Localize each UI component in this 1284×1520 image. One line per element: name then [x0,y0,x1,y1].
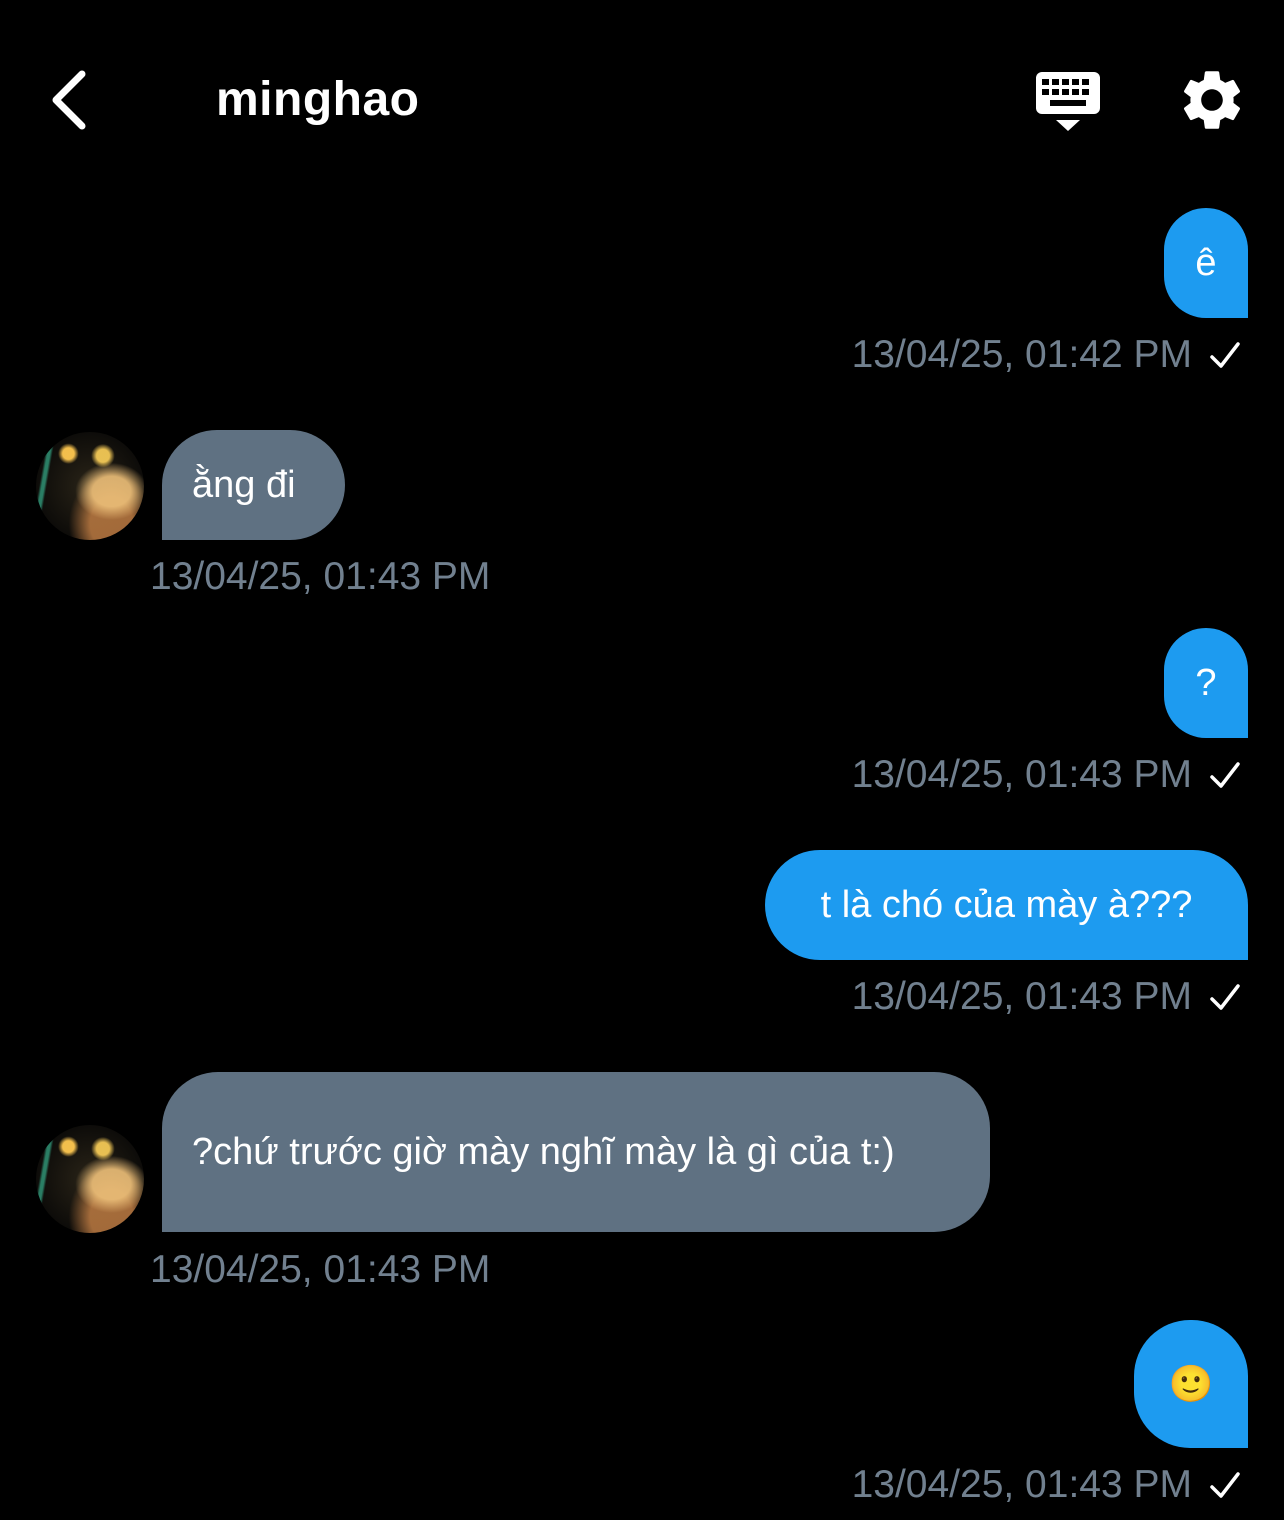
message-timestamp: 13/04/25, 01:43 PM [851,753,1192,796]
contact-avatar[interactable] [36,432,144,540]
message-text: ê [1195,242,1217,284]
message-timestamp: 13/04/25, 01:43 PM [851,975,1192,1018]
message-meta: 13/04/25, 01:42 PM [852,330,1242,380]
message-meta: 13/04/25, 01:43 PM [852,750,1242,800]
back-button[interactable] [36,60,100,140]
chevron-left-icon [52,70,86,130]
conversation-header: minghao [0,0,1284,200]
incoming-message-bubble[interactable]: ằng đi [162,430,345,540]
message-timestamp: 13/04/25, 01:43 PM [150,555,491,598]
outgoing-message-bubble[interactable]: ê [1164,208,1248,318]
outgoing-message-bubble[interactable]: ? [1164,628,1248,738]
conversation-title: minghao [216,73,420,126]
message-text: ? [1195,662,1217,704]
check-icon [1210,342,1240,368]
keyboard-icon [1036,72,1100,131]
incoming-message-bubble[interactable]: ?chứ trước giờ mày nghĩ mày là gì của t:… [162,1072,990,1232]
check-icon [1210,762,1240,788]
outgoing-message-bubble[interactable]: 🙂 [1134,1320,1248,1448]
message-timestamp: 13/04/25, 01:42 PM [851,333,1192,376]
keyboard-toggle-button[interactable] [1030,66,1106,138]
message-meta: 13/04/25, 01:43 PM [150,552,490,602]
message-text: t là chó của mày à??? [820,884,1193,926]
outgoing-message-bubble[interactable]: t là chó của mày à??? [765,850,1248,960]
message-timestamp: 13/04/25, 01:43 PM [851,1463,1192,1506]
message-timestamp: 13/04/25, 01:43 PM [150,1248,491,1291]
message-meta: 13/04/25, 01:43 PM [150,1245,490,1295]
gear-icon [1183,71,1241,129]
message-text: 🙂 [1168,1363,1214,1404]
message-meta: 13/04/25, 01:43 PM [852,972,1242,1022]
check-icon [1210,984,1240,1010]
contact-avatar[interactable] [36,1125,144,1233]
message-meta: 13/04/25, 01:43 PM [852,1460,1242,1510]
settings-button[interactable] [1176,64,1248,136]
check-icon [1210,1472,1240,1498]
message-text: ằng đi [192,464,296,506]
message-text: ?chứ trước giờ mày nghĩ mày là gì của t:… [192,1131,895,1173]
